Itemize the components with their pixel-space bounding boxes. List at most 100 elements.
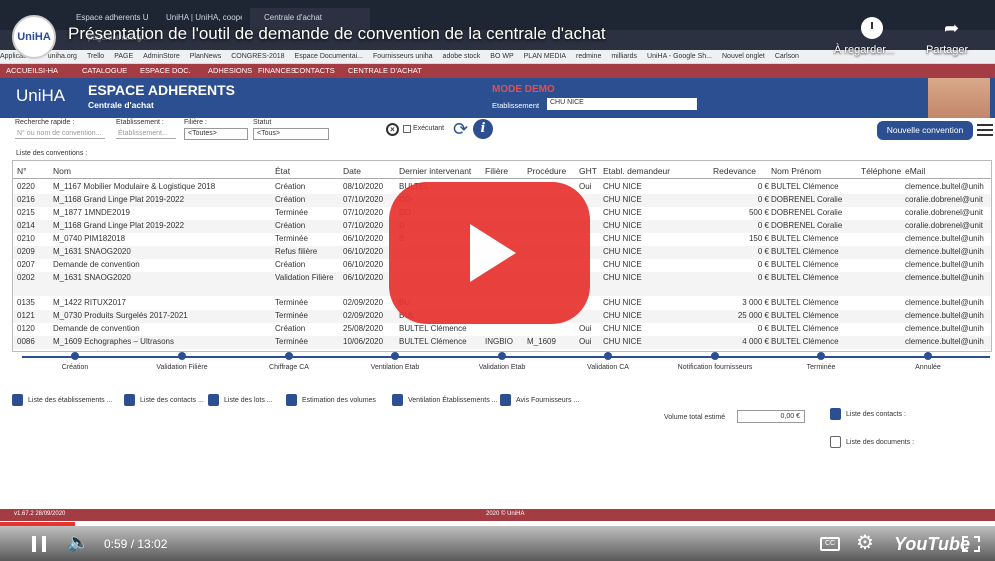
table-cell: DOBRENEL Coralie [771, 221, 843, 230]
workflow-step-label: Annulée [915, 364, 941, 371]
bookmark-item[interactable]: PLAN MEDIA [524, 53, 566, 60]
table-cell: BULTEL Clémence [771, 247, 839, 256]
menu-item[interactable]: FINANCES [258, 66, 296, 75]
menu-item[interactable]: CENTRALE D'ACHAT [348, 66, 422, 75]
column-header[interactable]: Procédure [527, 166, 566, 176]
bookmark-item[interactable]: redmine [576, 53, 601, 60]
executant-label: Exécutant [413, 125, 445, 132]
table-cell: BULTEL Clémence [771, 337, 839, 346]
menu-item[interactable]: ADHESIONS [208, 66, 252, 75]
action-link[interactable]: Estimation des volumes [286, 394, 376, 406]
workflow-step-label: Notification fournisseurs [677, 364, 753, 371]
gear-icon[interactable]: ⚙ [856, 530, 874, 555]
share-icon[interactable]: ➦ [944, 18, 959, 39]
table-cell: Refus filière [275, 247, 318, 256]
menu-item[interactable]: ESPACE DOC. [140, 66, 191, 75]
menu-item[interactable]: SI-HA [38, 66, 58, 75]
column-header[interactable]: Filière [485, 166, 508, 176]
action-link[interactable]: Liste des lots ... [208, 394, 273, 406]
action-link[interactable]: Liste des contacts ... [124, 394, 204, 406]
table-row[interactable]: 0086 M_1609 Echographes – Ultrasons Termin… [13, 336, 991, 349]
info-icon[interactable]: i [473, 119, 493, 139]
volume-field[interactable]: 0,00 € [737, 410, 805, 423]
workflow-step-dot [604, 352, 612, 360]
pause-icon[interactable] [32, 536, 46, 552]
column-header[interactable]: Date [343, 166, 361, 176]
bookmark-item[interactable]: Trello [87, 53, 104, 60]
bookmark-item[interactable]: PlanNews [190, 53, 222, 60]
bookmark-item[interactable]: AdminStore [143, 53, 180, 60]
action-link[interactable]: Ventilation Établissements ... [392, 394, 498, 406]
channel-avatar[interactable]: UniHA [12, 15, 56, 59]
mode-demo-label: MODE DEMO [492, 84, 555, 95]
header-subtitle: Centrale d'achat [88, 100, 154, 110]
executant-checkbox[interactable] [403, 125, 411, 133]
new-convention-button[interactable]: Nouvelle convention [877, 121, 973, 140]
users-icon [830, 408, 841, 420]
column-header[interactable]: Nom [53, 166, 71, 176]
column-header[interactable]: N° [17, 166, 27, 176]
table-cell: 500 € [748, 208, 769, 217]
bookmark-item[interactable]: BO WP [490, 53, 513, 60]
bookmark-item[interactable]: milliards [611, 53, 637, 60]
table-cell: Demande de convention [53, 260, 140, 269]
workflow-step-label: Validation Etab [478, 364, 526, 371]
bookmark-item[interactable]: Nouvel onglet [722, 53, 765, 60]
column-header[interactable]: GHT [579, 166, 597, 176]
contacts-link[interactable]: Liste des contacts : [830, 408, 906, 420]
bookmark-item[interactable]: Fournisseurs uniha [373, 53, 433, 60]
action-icon [208, 394, 219, 406]
table-cell: Terminée [275, 234, 308, 243]
table-cell: 0220 [17, 182, 35, 191]
captions-button[interactable]: CC [820, 537, 840, 551]
workflow-step-label: Chiffrage CA [269, 364, 309, 371]
statut-select[interactable]: <Tous> [253, 128, 329, 140]
table-cell: M_1877 1MNDE2019 [53, 208, 130, 217]
bookmark-item[interactable]: uniha.org [48, 53, 77, 60]
action-link[interactable]: Avis Fournisseurs ... [500, 394, 579, 406]
column-header[interactable]: Nom Prénom [771, 166, 821, 176]
video-title[interactable]: Présentation de l'outil de demande de co… [68, 24, 606, 44]
action-link-label: Avis Fournisseurs ... [516, 396, 580, 404]
column-header[interactable]: Etabl. demandeur [603, 166, 670, 176]
table-cell: clemence.bultel@unih [905, 337, 984, 346]
bookmark-item[interactable]: UniHA - Google Sh... [647, 53, 712, 60]
search-input[interactable]: N° ou nom de convention... [15, 129, 105, 139]
table-row[interactable]: 0120 Demande de convention Création 25/08/2… [13, 323, 991, 336]
hamburger-icon[interactable] [977, 124, 993, 136]
fullscreen-icon[interactable] [962, 536, 980, 552]
documents-link[interactable]: Liste des documents : [830, 436, 914, 448]
column-header[interactable]: Dernier intervenant [399, 166, 471, 176]
filiere-select[interactable]: <Toutes> [184, 128, 248, 140]
action-icon [286, 394, 297, 406]
etab-filter-input[interactable]: Établissement... [116, 129, 176, 139]
column-header[interactable]: eMail [905, 166, 925, 176]
menu-item[interactable]: CATALOGUE [82, 66, 127, 75]
table-cell: M_1631 SNAOG2020 [53, 247, 131, 256]
bookmark-item[interactable]: PAGE [114, 53, 133, 60]
menu-item[interactable]: ACCUEIL [6, 66, 39, 75]
table-cell: 02/09/2020 [343, 298, 384, 307]
play-button[interactable] [389, 182, 590, 324]
menu-item[interactable]: CONTACTS [294, 66, 335, 75]
table-cell: clemence.bultel@unih [905, 182, 984, 191]
column-header[interactable]: Téléphone [861, 166, 901, 176]
bookmark-item[interactable]: adobe stock [443, 53, 481, 60]
table-cell: Oui [579, 182, 592, 191]
bookmark-item[interactable]: CONGRES-2018 [231, 53, 284, 60]
action-link[interactable]: Liste des établissements ... [12, 394, 112, 406]
clear-icon[interactable]: × [386, 123, 399, 136]
etab-select[interactable]: CHU NICE [547, 98, 697, 110]
bookmark-item[interactable]: Carlson [775, 53, 799, 60]
action-icon [124, 394, 135, 406]
column-header[interactable]: État [275, 166, 290, 176]
table-cell: Demande de convention [53, 324, 140, 333]
watch-later-icon[interactable] [861, 17, 883, 39]
video-frame[interactable]: Espace adherents U UniHA | UniHA, coopér… [0, 0, 995, 561]
refresh-icon[interactable]: ⟳ [453, 119, 468, 140]
youtube-logo[interactable]: YouTube [894, 534, 970, 555]
bookmark-item[interactable]: Espace Documentai... [295, 53, 363, 60]
column-header[interactable]: Redevance [713, 166, 756, 176]
uniha-logo[interactable]: UniHA [16, 86, 65, 106]
volume-icon[interactable]: 🔈 [67, 532, 89, 553]
